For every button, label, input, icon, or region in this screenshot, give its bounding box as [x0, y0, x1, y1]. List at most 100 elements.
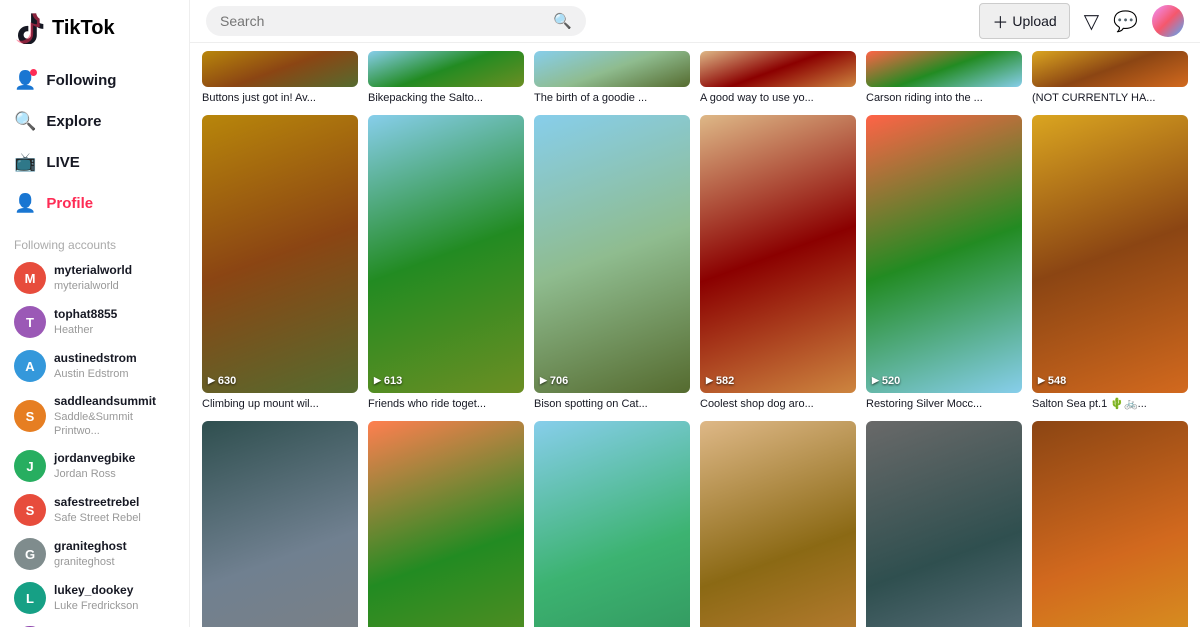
following-accounts-list: M myterialworld myterialworld T tophat88…	[0, 256, 189, 627]
video-thumb-16: ▶574	[700, 421, 856, 627]
following-accounts-label: Following accounts	[0, 228, 189, 256]
video-thumb-15: ▶452	[534, 421, 690, 627]
live-icon: 📺	[14, 152, 36, 173]
video-card-8[interactable]: ▶613 Friends who ride toget...	[368, 115, 524, 411]
live-label: LIVE	[46, 154, 79, 171]
filter-icon[interactable]: ▽	[1084, 9, 1099, 34]
following-account-jordanvegbike[interactable]: J jordanvegbike Jordan Ross	[0, 444, 189, 488]
following-label: Following	[46, 72, 116, 89]
play-count-10: ▶582	[706, 375, 734, 387]
video-thumb-12: ▶548	[1032, 115, 1188, 392]
nav-live[interactable]: 📺 LIVE	[0, 142, 189, 183]
video-card-18[interactable]: ▶543 Our CNC machine har...	[1032, 421, 1188, 627]
video-thumb-4	[700, 51, 856, 87]
video-thumb-7: ▶630	[202, 115, 358, 392]
account-username-austinedstrom: austinedstrom	[54, 351, 137, 367]
explore-label: Explore	[46, 113, 101, 130]
video-card-16[interactable]: ▶574 So fast, so smooth 🖨️...	[700, 421, 856, 627]
logo-area[interactable]: TikTok	[0, 0, 189, 56]
profile-label: Profile	[46, 195, 93, 212]
header: 🔍 ＋ Upload ▽ 💬	[190, 0, 1200, 43]
video-card-11[interactable]: ▶520 Restoring Silver Mocc...	[866, 115, 1022, 411]
video-title-10: Coolest shop dog aro...	[700, 397, 856, 411]
video-title-6: (NOT CURRENTLY HA...	[1032, 91, 1188, 105]
video-thumb-9: ▶706	[534, 115, 690, 392]
video-card-13[interactable]: ▶5.7M Mighty seam sealer ...	[202, 421, 358, 627]
video-thumb-1	[202, 51, 358, 87]
video-card-9[interactable]: ▶706 Bison spotting on Cat...	[534, 115, 690, 411]
video-card-3[interactable]: The birth of a goodie ...	[534, 51, 690, 105]
following-account-tophat8855[interactable]: T tophat8855 Heather	[0, 300, 189, 344]
video-thumb-18: ▶543	[1032, 421, 1188, 627]
video-card-6[interactable]: (NOT CURRENTLY HA...	[1032, 51, 1188, 105]
video-thumb-2	[368, 51, 524, 87]
explore-icon: 🔍	[14, 111, 36, 132]
account-display-jordanvegbike: Jordan Ross	[54, 467, 135, 481]
account-info-safestreetrebel: safestreetrebel Safe Street Rebel	[54, 495, 141, 525]
account-info-graniteghost: graniteghost graniteghost	[54, 539, 127, 569]
video-title-3: The birth of a goodie ...	[534, 91, 690, 105]
video-card-14[interactable]: ▶478 Skip riding down Eleys...	[368, 421, 524, 627]
video-card-2[interactable]: Bikepacking the Salto...	[368, 51, 524, 105]
following-account-safestreetrebel[interactable]: S safestreetrebel Safe Street Rebel	[0, 488, 189, 532]
account-avatar-austinedstrom: A	[14, 350, 46, 382]
account-display-tophat8855: Heather	[54, 323, 117, 337]
following-account-graniteghost[interactable]: G graniteghost graniteghost	[0, 532, 189, 576]
account-username-myterialworld: myterialworld	[54, 263, 132, 279]
video-title-12: Salton Sea pt.1 🌵🚲...	[1032, 397, 1188, 411]
video-title-4: A good way to use yo...	[700, 91, 856, 105]
main-content: 🔍 ＋ Upload ▽ 💬 Buttons just got in! Av..…	[190, 0, 1200, 627]
header-actions: ＋ Upload ▽ 💬	[979, 3, 1184, 39]
video-title-5: Carson riding into the ...	[866, 91, 1022, 105]
account-display-safestreetrebel: Safe Street Rebel	[54, 511, 141, 525]
video-card-7[interactable]: ▶630 Climbing up mount wil...	[202, 115, 358, 411]
search-bar[interactable]: 🔍	[206, 6, 586, 36]
following-account-myterialworld[interactable]: M myterialworld myterialworld	[0, 256, 189, 300]
account-display-myterialworld: myterialworld	[54, 279, 132, 293]
video-title-1: Buttons just got in! Av...	[202, 91, 358, 105]
video-card-17[interactable]: ▶500 Nice job everyone! 😍 ...	[866, 421, 1022, 627]
account-username-lukey_dookey: lukey_dookey	[54, 583, 138, 599]
video-card-10[interactable]: ▶582 Coolest shop dog aro...	[700, 115, 856, 411]
video-thumb-6	[1032, 51, 1188, 87]
account-info-austinedstrom: austinedstrom Austin Edstrom	[54, 351, 137, 381]
video-thumb-17: ▶500	[866, 421, 1022, 627]
upload-plus: ＋	[992, 9, 1008, 33]
sidebar: TikTok 👤 Following 🔍 Explore 📺 LIVE 👤 Pr…	[0, 0, 190, 627]
upload-label: Upload	[1012, 13, 1056, 29]
video-thumb-14: ▶478	[368, 421, 524, 627]
nav-profile[interactable]: 👤 Profile	[0, 183, 189, 224]
search-icon[interactable]: 🔍	[553, 12, 572, 30]
following-account-thc4me66[interactable]: T thc4me66 Justin White	[0, 620, 189, 627]
video-thumb-3	[534, 51, 690, 87]
account-display-saddleandsummit: Saddle&Summit Printwo...	[54, 410, 175, 439]
following-notification-dot	[30, 69, 37, 76]
account-avatar-myterialworld: M	[14, 262, 46, 294]
following-account-saddleandsummit[interactable]: S saddleandsummit Saddle&Summit Printwo.…	[0, 388, 189, 444]
account-avatar-saddleandsummit: S	[14, 400, 46, 432]
account-display-lukey_dookey: Luke Fredrickson	[54, 599, 138, 613]
video-card-15[interactable]: ▶452 Bikepacking the Salto...	[534, 421, 690, 627]
account-avatar-graniteghost: G	[14, 538, 46, 570]
nav-explore[interactable]: 🔍 Explore	[0, 101, 189, 142]
messages-icon[interactable]: 💬	[1113, 9, 1138, 34]
tiktok-logo-icon	[14, 12, 46, 44]
following-account-lukey_dookey[interactable]: L lukey_dookey Luke Fredrickson	[0, 576, 189, 620]
play-count-8: ▶613	[374, 375, 402, 387]
play-count-7: ▶630	[208, 375, 236, 387]
upload-button[interactable]: ＋ Upload	[979, 3, 1069, 39]
video-card-1[interactable]: Buttons just got in! Av...	[202, 51, 358, 105]
video-card-12[interactable]: ▶548 Salton Sea pt.1 🌵🚲...	[1032, 115, 1188, 411]
nav-following[interactable]: 👤 Following	[0, 60, 189, 101]
video-content: Buttons just got in! Av... Bikepacking t…	[190, 43, 1200, 627]
account-avatar-safestreetrebel: S	[14, 494, 46, 526]
account-avatar-lukey_dookey: L	[14, 582, 46, 614]
account-display-graniteghost: graniteghost	[54, 555, 127, 569]
video-title-7: Climbing up mount wil...	[202, 397, 358, 411]
user-avatar[interactable]	[1152, 5, 1184, 37]
account-username-jordanvegbike: jordanvegbike	[54, 451, 135, 467]
video-card-5[interactable]: Carson riding into the ...	[866, 51, 1022, 105]
following-account-austinedstrom[interactable]: A austinedstrom Austin Edstrom	[0, 344, 189, 388]
video-card-4[interactable]: A good way to use yo...	[700, 51, 856, 105]
search-input[interactable]	[220, 13, 545, 29]
